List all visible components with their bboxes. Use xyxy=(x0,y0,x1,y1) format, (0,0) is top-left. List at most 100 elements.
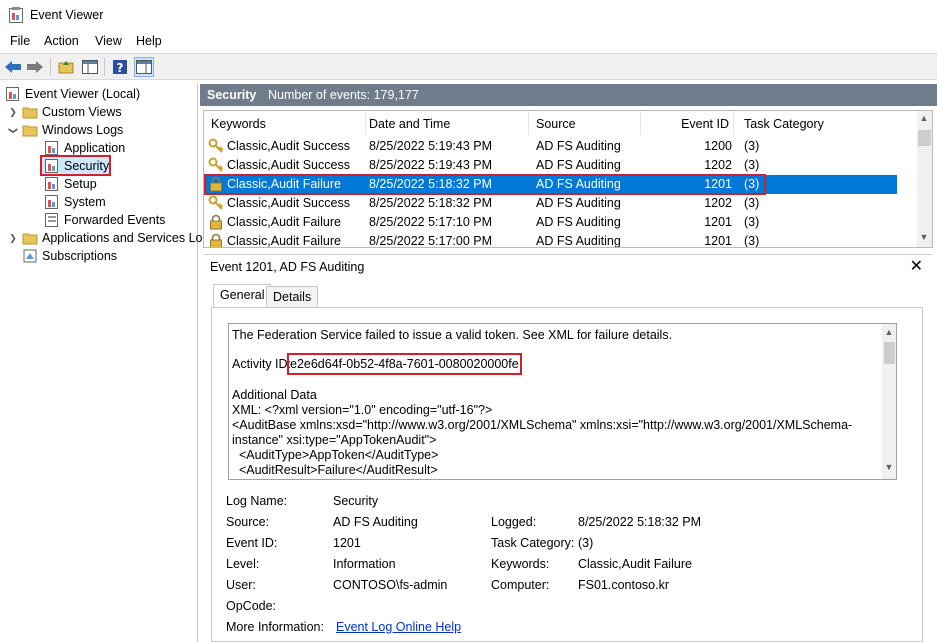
event-log-online-help-link[interactable]: Event Log Online Help xyxy=(336,620,461,634)
additional-data-label: Additional Data xyxy=(232,388,317,402)
log-icon xyxy=(45,141,58,155)
logged-label: Logged: xyxy=(491,515,537,529)
table-row[interactable]: Classic,Audit Success 8/25/2022 5:19:43 P… xyxy=(204,156,897,175)
cell-date: 8/25/2022 5:17:10 PM xyxy=(369,215,493,229)
help-button[interactable]: ? xyxy=(110,57,130,77)
back-arrow-icon xyxy=(5,61,21,73)
tree-log-security[interactable]: Security xyxy=(44,157,109,175)
event-count: Number of events: 179,177 xyxy=(268,88,419,102)
xml-line: <AuditResult>Failure</AuditResult> xyxy=(232,463,438,477)
tree-log-system[interactable]: System xyxy=(44,193,106,211)
more-information-label: More Information: xyxy=(226,620,324,634)
xml-line: instance" xsi:type="AppTokenAudit"> xyxy=(232,433,437,447)
scroll-thumb[interactable] xyxy=(884,342,895,364)
expand-chevron-icon[interactable]: ❯ xyxy=(8,233,18,244)
selected-row-highlight xyxy=(204,174,766,195)
cell-task-category: (3) xyxy=(744,196,760,210)
scroll-up-icon[interactable]: ▲ xyxy=(882,327,896,337)
cell-event-id: 1201 xyxy=(704,234,732,248)
activity-id-value: e2e6d64f-0b52-4f8a-7601-0080020000fe xyxy=(287,353,522,375)
column-date-time[interactable]: Date and Time xyxy=(369,111,529,135)
computer-value: FS01.contoso.kr xyxy=(578,578,670,592)
log-header: Security Number of events: 179,177 xyxy=(200,84,937,106)
tree-root[interactable]: Event Viewer (Local) xyxy=(5,85,140,103)
computer-label: Computer: xyxy=(491,578,550,592)
window-title: Event Viewer xyxy=(30,8,104,22)
scroll-down-icon[interactable]: ▼ xyxy=(917,232,931,242)
cell-event-id: 1201 xyxy=(704,215,732,229)
task-category-value: (3) xyxy=(578,536,594,550)
column-keywords[interactable]: Keywords xyxy=(211,111,366,135)
task-category-label: Task Category: xyxy=(491,536,575,550)
title-bar: Event Viewer xyxy=(0,0,937,30)
source-value: AD FS Auditing xyxy=(333,515,418,529)
event-list: Keywords Date and Time Source Event ID T… xyxy=(203,110,933,248)
forward-button[interactable] xyxy=(25,57,45,77)
table-row[interactable]: Classic,Audit Failure 8/25/2022 5:17:10 P… xyxy=(204,213,897,232)
scroll-up-icon[interactable]: ▲ xyxy=(917,113,931,123)
menu-file[interactable]: File xyxy=(10,34,30,48)
close-icon[interactable]: ✕ xyxy=(910,256,923,276)
scroll-down-icon[interactable]: ▼ xyxy=(882,462,896,472)
cell-task-category: (3) xyxy=(744,215,760,229)
cell-task-category: (3) xyxy=(744,158,760,172)
key-icon xyxy=(208,138,224,157)
cell-event-id: 1202 xyxy=(704,196,732,210)
table-row[interactable]: Classic,Audit Success 8/25/2022 5:19:43 P… xyxy=(204,137,897,156)
log-icon xyxy=(45,195,58,209)
up-folder-button[interactable] xyxy=(56,57,76,77)
cell-source: AD FS Auditing xyxy=(536,215,621,229)
collapse-chevron-icon[interactable]: ❯ xyxy=(8,125,19,135)
help-icon: ? xyxy=(113,60,127,75)
logged-value: 8/25/2022 5:18:32 PM xyxy=(578,515,702,529)
cell-event-id: 1202 xyxy=(704,158,732,172)
description-line: The Federation Service failed to issue a… xyxy=(232,328,673,342)
expand-chevron-icon[interactable]: ❯ xyxy=(8,107,18,118)
show-hide-tree-button[interactable] xyxy=(80,57,100,77)
menu-bar: File Action View Help xyxy=(0,30,937,52)
cell-keywords: Classic,Audit Success xyxy=(227,196,350,210)
cell-source: AD FS Auditing xyxy=(536,158,621,172)
user-label: User: xyxy=(226,578,256,592)
tree-apps-services[interactable]: ❯ Applications and Services Lo xyxy=(8,229,202,247)
log-icon xyxy=(45,177,58,191)
tab-details[interactable]: Details xyxy=(266,286,319,308)
tab-general[interactable]: General xyxy=(213,284,272,308)
tree-log-setup[interactable]: Setup xyxy=(44,175,97,193)
folder-icon xyxy=(22,233,38,245)
column-task-category[interactable]: Task Category xyxy=(744,111,894,135)
cell-keywords: Classic,Audit Success xyxy=(227,158,350,172)
cell-event-id: 1200 xyxy=(704,139,732,153)
cell-task-category: (3) xyxy=(744,234,760,248)
cell-date: 8/25/2022 5:18:32 PM xyxy=(369,196,493,210)
column-source[interactable]: Source xyxy=(536,111,641,135)
tree-log-forwarded-events[interactable]: Forwarded Events xyxy=(44,211,165,229)
event-description-box[interactable]: The Federation Service failed to issue a… xyxy=(228,323,897,480)
back-button[interactable] xyxy=(3,57,23,77)
event-list-scrollbar[interactable]: ▲ ▼ xyxy=(917,111,932,247)
console-tree: Event Viewer (Local) ❯ Custom Views ❯ Wi… xyxy=(0,83,203,642)
column-event-id[interactable]: Event ID xyxy=(644,111,734,135)
scroll-thumb[interactable] xyxy=(918,130,931,146)
menu-action[interactable]: Action xyxy=(44,34,79,48)
tree-custom-views[interactable]: ❯ Custom Views xyxy=(8,103,121,121)
log-name-label: Log Name: xyxy=(226,494,288,508)
xml-line: <AuditType>AppToken</AuditType> xyxy=(232,448,439,462)
general-tab-body: The Federation Service failed to issue a… xyxy=(211,307,923,642)
event-detail-title: Event 1201, AD FS Auditing xyxy=(210,260,365,274)
table-row[interactable]: Classic,Audit Failure 8/25/2022 5:17:00 P… xyxy=(204,232,897,248)
event-viewer-icon xyxy=(6,87,19,101)
cell-keywords: Classic,Audit Success xyxy=(227,139,350,153)
cell-source: AD FS Auditing xyxy=(536,234,621,248)
tree-windows-logs[interactable]: ❯ Windows Logs xyxy=(8,121,124,139)
menu-help[interactable]: Help xyxy=(136,34,162,48)
cell-source: AD FS Auditing xyxy=(536,196,621,210)
event-id-value: 1201 xyxy=(333,536,361,550)
forward-arrow-icon xyxy=(27,61,43,73)
menu-view[interactable]: View xyxy=(95,34,122,48)
table-row[interactable]: Classic,Audit Success 8/25/2022 5:18:32 P… xyxy=(204,194,897,213)
event-detail-pane: General Details The Federation Service f… xyxy=(203,279,933,642)
action-pane-button[interactable] xyxy=(134,57,154,77)
tree-subscriptions[interactable]: Subscriptions xyxy=(22,247,117,265)
description-scrollbar[interactable]: ▲ ▼ xyxy=(882,324,896,479)
